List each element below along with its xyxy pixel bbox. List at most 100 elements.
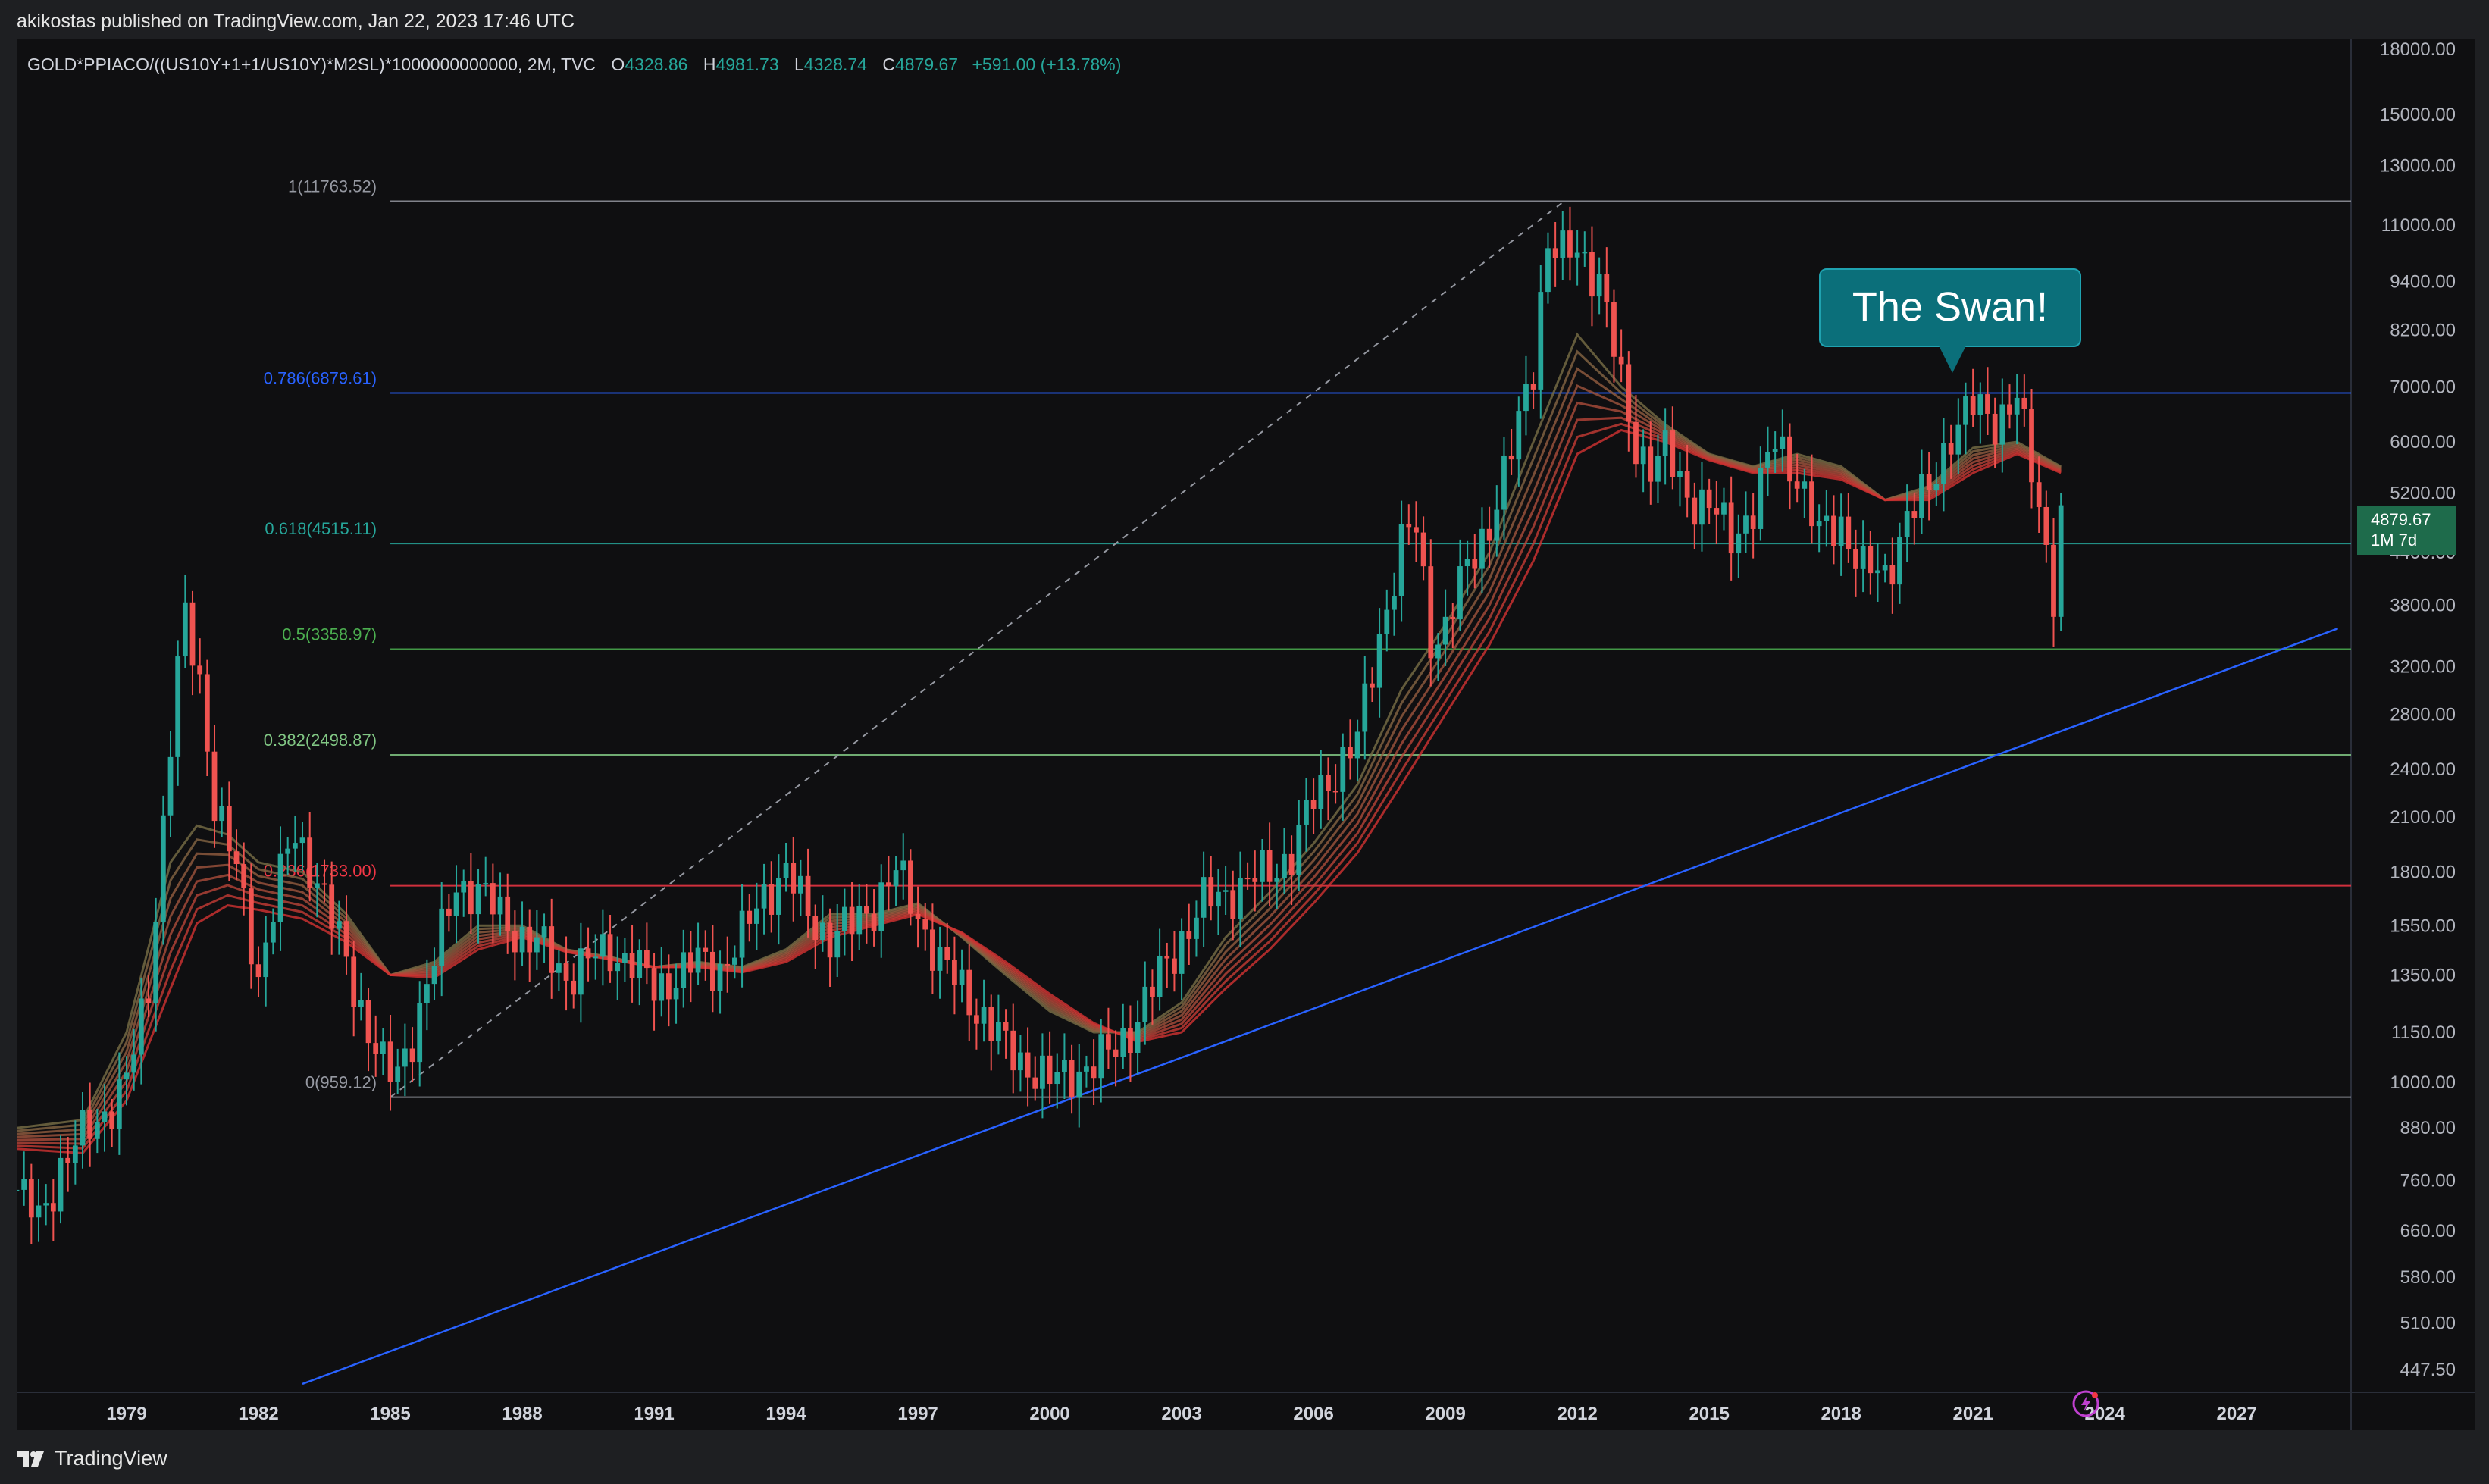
y-tick-label: 660.00 [2400, 1221, 2456, 1241]
candle-body [952, 960, 957, 985]
x-tick-label: 2006 [1293, 1404, 1333, 1424]
publish-info: akikostas published on TradingView.com, … [17, 11, 575, 32]
last-price-tag: 4879.67 1M 7d [2357, 506, 2456, 555]
candle-body [1406, 524, 1412, 528]
trendline-layer[interactable] [302, 627, 2339, 1385]
open-label: O [611, 55, 625, 74]
fib-level-label: 1(11763.52) [288, 177, 377, 196]
candle-body [409, 1048, 415, 1063]
y-tick-label: 1000.00 [2390, 1072, 2456, 1093]
candle-body [1164, 955, 1170, 959]
candle-body [571, 980, 577, 995]
candle-body [1370, 683, 1375, 688]
candle-body [1150, 986, 1155, 997]
candle-body [21, 1179, 27, 1190]
candle-body [1824, 515, 1830, 521]
grid-layer [17, 39, 2475, 1430]
header-bar: akikostas published on TradingView.com, … [0, 0, 2489, 39]
candle-body [1244, 878, 1251, 880]
candle-body [805, 875, 811, 916]
candle-body [754, 908, 759, 924]
candle-body [395, 1066, 401, 1082]
y-tick-label: 1350.00 [2390, 965, 2456, 985]
candle-body [1516, 411, 1522, 460]
candle-body [1889, 565, 1896, 585]
x-tick-label: 1982 [238, 1404, 278, 1424]
candle-body [1772, 448, 1778, 452]
x-tick-label: 2021 [1952, 1404, 1993, 1424]
candle-body [1091, 1066, 1097, 1079]
candle-body [776, 878, 781, 915]
candle-body [1758, 467, 1764, 529]
y-tick-label: 18000.00 [2380, 39, 2456, 60]
candle-body [204, 674, 210, 752]
candle-body [1238, 878, 1243, 919]
candle-body [1208, 877, 1214, 907]
candle-body [1040, 1055, 1045, 1089]
candle-body [908, 860, 913, 914]
candle-body [1304, 800, 1309, 825]
candle-body [1354, 731, 1360, 759]
tradingview-logo[interactable]: TradingView [17, 1447, 167, 1470]
candle-body [864, 906, 869, 914]
candle-body [1626, 364, 1632, 422]
candle-body [1069, 1060, 1075, 1098]
fib-level-label: 0.382(2498.87) [264, 731, 377, 750]
candle-body [1662, 430, 1668, 456]
symbol-legend[interactable]: GOLD*PPIACO/((US10Y+1+1/US10Y)*M2SL)*100… [27, 55, 1121, 75]
candle-body [585, 948, 591, 959]
candle-body [1860, 546, 1866, 569]
candle-body [922, 919, 928, 930]
symbol-name[interactable]: GOLD*PPIACO/((US10Y+1+1/US10Y)*M2SL)*100… [27, 55, 596, 74]
candle-body [1948, 443, 1954, 455]
candle-body [820, 922, 825, 941]
candle-body [988, 1007, 994, 1041]
candle-body [1435, 644, 1441, 659]
x-tick-label: 1988 [502, 1404, 542, 1424]
candle-body [1128, 1028, 1133, 1054]
y-tick-label: 15000.00 [2380, 105, 2456, 125]
y-tick-label: 8200.00 [2390, 321, 2456, 341]
candle-body [1919, 474, 1924, 518]
candle-body [468, 881, 474, 915]
candle-body [1611, 302, 1617, 357]
candle-body [1362, 683, 1368, 732]
swan-annotation[interactable]: The Swan! [1819, 268, 2081, 347]
candle-body [1384, 609, 1390, 634]
chart-area[interactable]: 1(11763.52) 0.786(6879.61) 0.618(4515.11) 0… [17, 39, 2475, 1430]
candle-body [732, 957, 737, 965]
candle-body [417, 1003, 423, 1063]
y-tick-label: 447.50 [2400, 1360, 2456, 1380]
candle-body [43, 1203, 49, 1206]
close-value: 4879.67 [894, 55, 959, 74]
candle-body [563, 963, 569, 981]
candle-body [1398, 524, 1404, 596]
candle-body [285, 848, 291, 854]
last-price: 4879.67 [2371, 510, 2431, 529]
y-tick-label: 9400.00 [2390, 271, 2456, 292]
candle-body [1831, 515, 1836, 546]
candle-body [1648, 446, 1654, 482]
candle-body [1574, 252, 1580, 258]
candle-body [1699, 489, 1705, 525]
candle-body [1508, 455, 1514, 460]
candle-body [1992, 413, 1998, 445]
y-tick-label: 1550.00 [2390, 916, 2456, 936]
candle-body [1442, 616, 1448, 645]
candle-body [1618, 356, 1624, 365]
candle-body [871, 913, 877, 931]
candle-body [1941, 443, 1946, 484]
candle-body [629, 953, 635, 978]
chart-svg[interactable]: 1(11763.52) 0.786(6879.61) 0.618(4515.11) 0… [17, 39, 2475, 1430]
x-tick-label: 1985 [370, 1404, 410, 1424]
candle-body [1282, 853, 1287, 878]
ma-ribbon-line [17, 401, 2062, 1141]
y-tick-label: 6000.00 [2390, 432, 2456, 452]
candle-body [109, 1111, 115, 1129]
candle-body [1897, 537, 1902, 585]
candle-body [651, 968, 657, 1001]
candle-body [2029, 409, 2034, 483]
candle-body [1010, 1030, 1016, 1071]
lightning-bolt-icon[interactable] [2071, 1389, 2101, 1419]
candle-body [798, 875, 803, 894]
